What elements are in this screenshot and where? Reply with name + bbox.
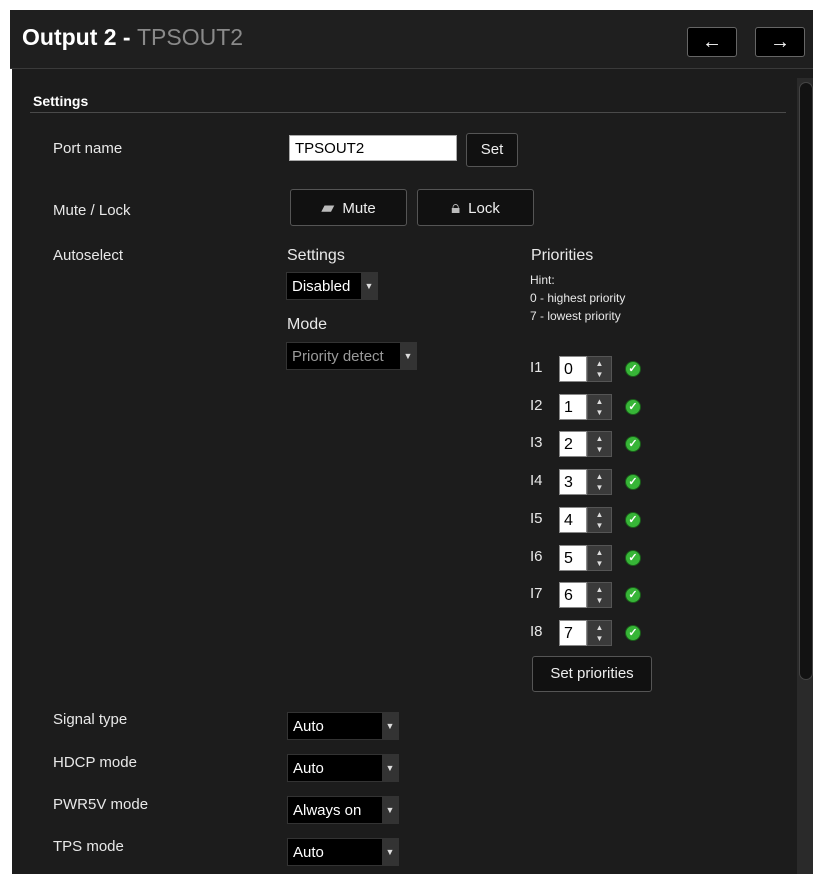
mode-value: Priority detect <box>292 348 384 365</box>
priority-input-label: I7 <box>530 585 543 602</box>
spinner-icon[interactable]: ▲ ▼ <box>587 431 612 457</box>
settings-section-title: Settings <box>33 93 89 109</box>
title-separator: - <box>116 24 137 50</box>
chevron-down-icon: ▼ <box>382 755 398 781</box>
mute-icon: ▰ <box>321 198 335 217</box>
arrow-left-icon: ← <box>702 31 722 53</box>
tps-mode-label: TPS mode <box>53 838 124 855</box>
pwr5v-mode-value: Always on <box>293 802 362 819</box>
set-port-name-button[interactable]: Set <box>466 133 518 167</box>
check-icon: ✓ <box>625 436 641 452</box>
tps-mode-value: Auto <box>293 844 324 861</box>
title-port-name: TPSOUT2 <box>137 24 244 50</box>
priority-value-field[interactable]: 0 <box>559 356 587 382</box>
autoselect-settings-label: Settings <box>287 247 345 264</box>
priority-value-field[interactable]: 1 <box>559 394 587 420</box>
mode-select[interactable]: Priority detect ▼ <box>286 342 417 370</box>
chevron-down-icon: ▼ <box>382 839 398 865</box>
lock-button[interactable]: 🔒︎ Lock <box>417 189 534 226</box>
autoselect-settings-value: Disabled <box>292 278 351 295</box>
pwr5v-mode-select[interactable]: Always on ▼ <box>287 796 399 824</box>
chevron-down-icon: ▼ <box>361 273 377 299</box>
arrow-right-icon: → <box>770 31 790 53</box>
priority-value-field[interactable]: 6 <box>559 582 587 608</box>
pwr5v-mode-label: PWR5V mode <box>53 796 149 813</box>
priority-input-label: I5 <box>530 510 543 527</box>
autoselect-settings-select[interactable]: Disabled ▼ <box>286 272 378 300</box>
check-icon: ✓ <box>625 550 641 566</box>
mute-button[interactable]: ▰ Mute <box>290 189 407 226</box>
priority-value-field[interactable]: 4 <box>559 507 587 533</box>
next-button[interactable]: → <box>755 27 805 57</box>
priority-input-label: I1 <box>530 359 543 376</box>
priority-input-label: I8 <box>530 623 543 640</box>
hint-lowest: 7 - lowest priority <box>530 309 621 323</box>
spinner-icon[interactable]: ▲ ▼ <box>587 582 612 608</box>
priority-input-label: I2 <box>530 397 543 414</box>
check-icon: ✓ <box>625 587 641 603</box>
hdcp-mode-value: Auto <box>293 760 324 777</box>
priority-value-field[interactable]: 2 <box>559 431 587 457</box>
hdcp-mode-label: HDCP mode <box>53 754 137 771</box>
signal-type-value: Auto <box>293 718 324 735</box>
set-priorities-button[interactable]: Set priorities <box>532 656 652 692</box>
mode-label: Mode <box>287 316 328 333</box>
mute-button-label: Mute <box>342 200 376 217</box>
title-output: Output 2 <box>22 24 117 50</box>
mute-lock-label: Mute / Lock <box>53 202 131 219</box>
priority-value-field[interactable]: 5 <box>559 545 587 571</box>
spinner-icon[interactable]: ▲ ▼ <box>587 394 612 420</box>
priority-value-field[interactable]: 7 <box>559 620 587 646</box>
check-icon: ✓ <box>625 399 641 415</box>
spinner-icon[interactable]: ▲ ▼ <box>587 545 612 571</box>
autoselect-label: Autoselect <box>53 247 124 264</box>
spinner-icon[interactable]: ▲ ▼ <box>587 356 612 382</box>
set-button-label: Set <box>480 141 504 158</box>
lock-icon: 🔒︎ <box>451 198 461 217</box>
hint-title: Hint: <box>530 273 555 287</box>
section-divider <box>30 112 786 113</box>
priority-input-label: I3 <box>530 434 543 451</box>
check-icon: ✓ <box>625 474 641 490</box>
set-priorities-label: Set priorities <box>550 665 634 682</box>
hint-highest: 0 - highest priority <box>530 291 626 305</box>
tps-mode-select[interactable]: Auto ▼ <box>287 838 399 866</box>
chevron-down-icon: ▼ <box>400 343 416 369</box>
signal-type-select[interactable]: Auto ▼ <box>287 712 399 740</box>
scrollbar-thumb[interactable] <box>799 82 813 680</box>
port-name-label: Port name <box>53 140 123 157</box>
hdcp-mode-select[interactable]: Auto ▼ <box>287 754 399 782</box>
check-icon: ✓ <box>625 512 641 528</box>
spinner-icon[interactable]: ▲ ▼ <box>587 620 612 646</box>
page-title: Output 2 - TPSOUT2 <box>22 24 243 51</box>
spinner-icon[interactable]: ▲ ▼ <box>587 469 612 495</box>
priority-input-label: I6 <box>530 548 543 565</box>
priority-value-field[interactable]: 3 <box>559 469 587 495</box>
page-header: Output 2 - TPSOUT2 ← → <box>10 10 813 69</box>
spinner-icon[interactable]: ▲ ▼ <box>587 507 612 533</box>
priorities-label: Priorities <box>531 247 594 264</box>
lock-button-label: Lock <box>468 200 500 217</box>
chevron-down-icon: ▼ <box>382 797 398 823</box>
check-icon: ✓ <box>625 361 641 377</box>
port-name-input[interactable] <box>289 135 457 161</box>
previous-button[interactable]: ← <box>687 27 737 57</box>
check-icon: ✓ <box>625 625 641 641</box>
signal-type-label: Signal type <box>53 711 128 728</box>
priority-input-label: I4 <box>530 472 543 489</box>
chevron-down-icon: ▼ <box>382 713 398 739</box>
